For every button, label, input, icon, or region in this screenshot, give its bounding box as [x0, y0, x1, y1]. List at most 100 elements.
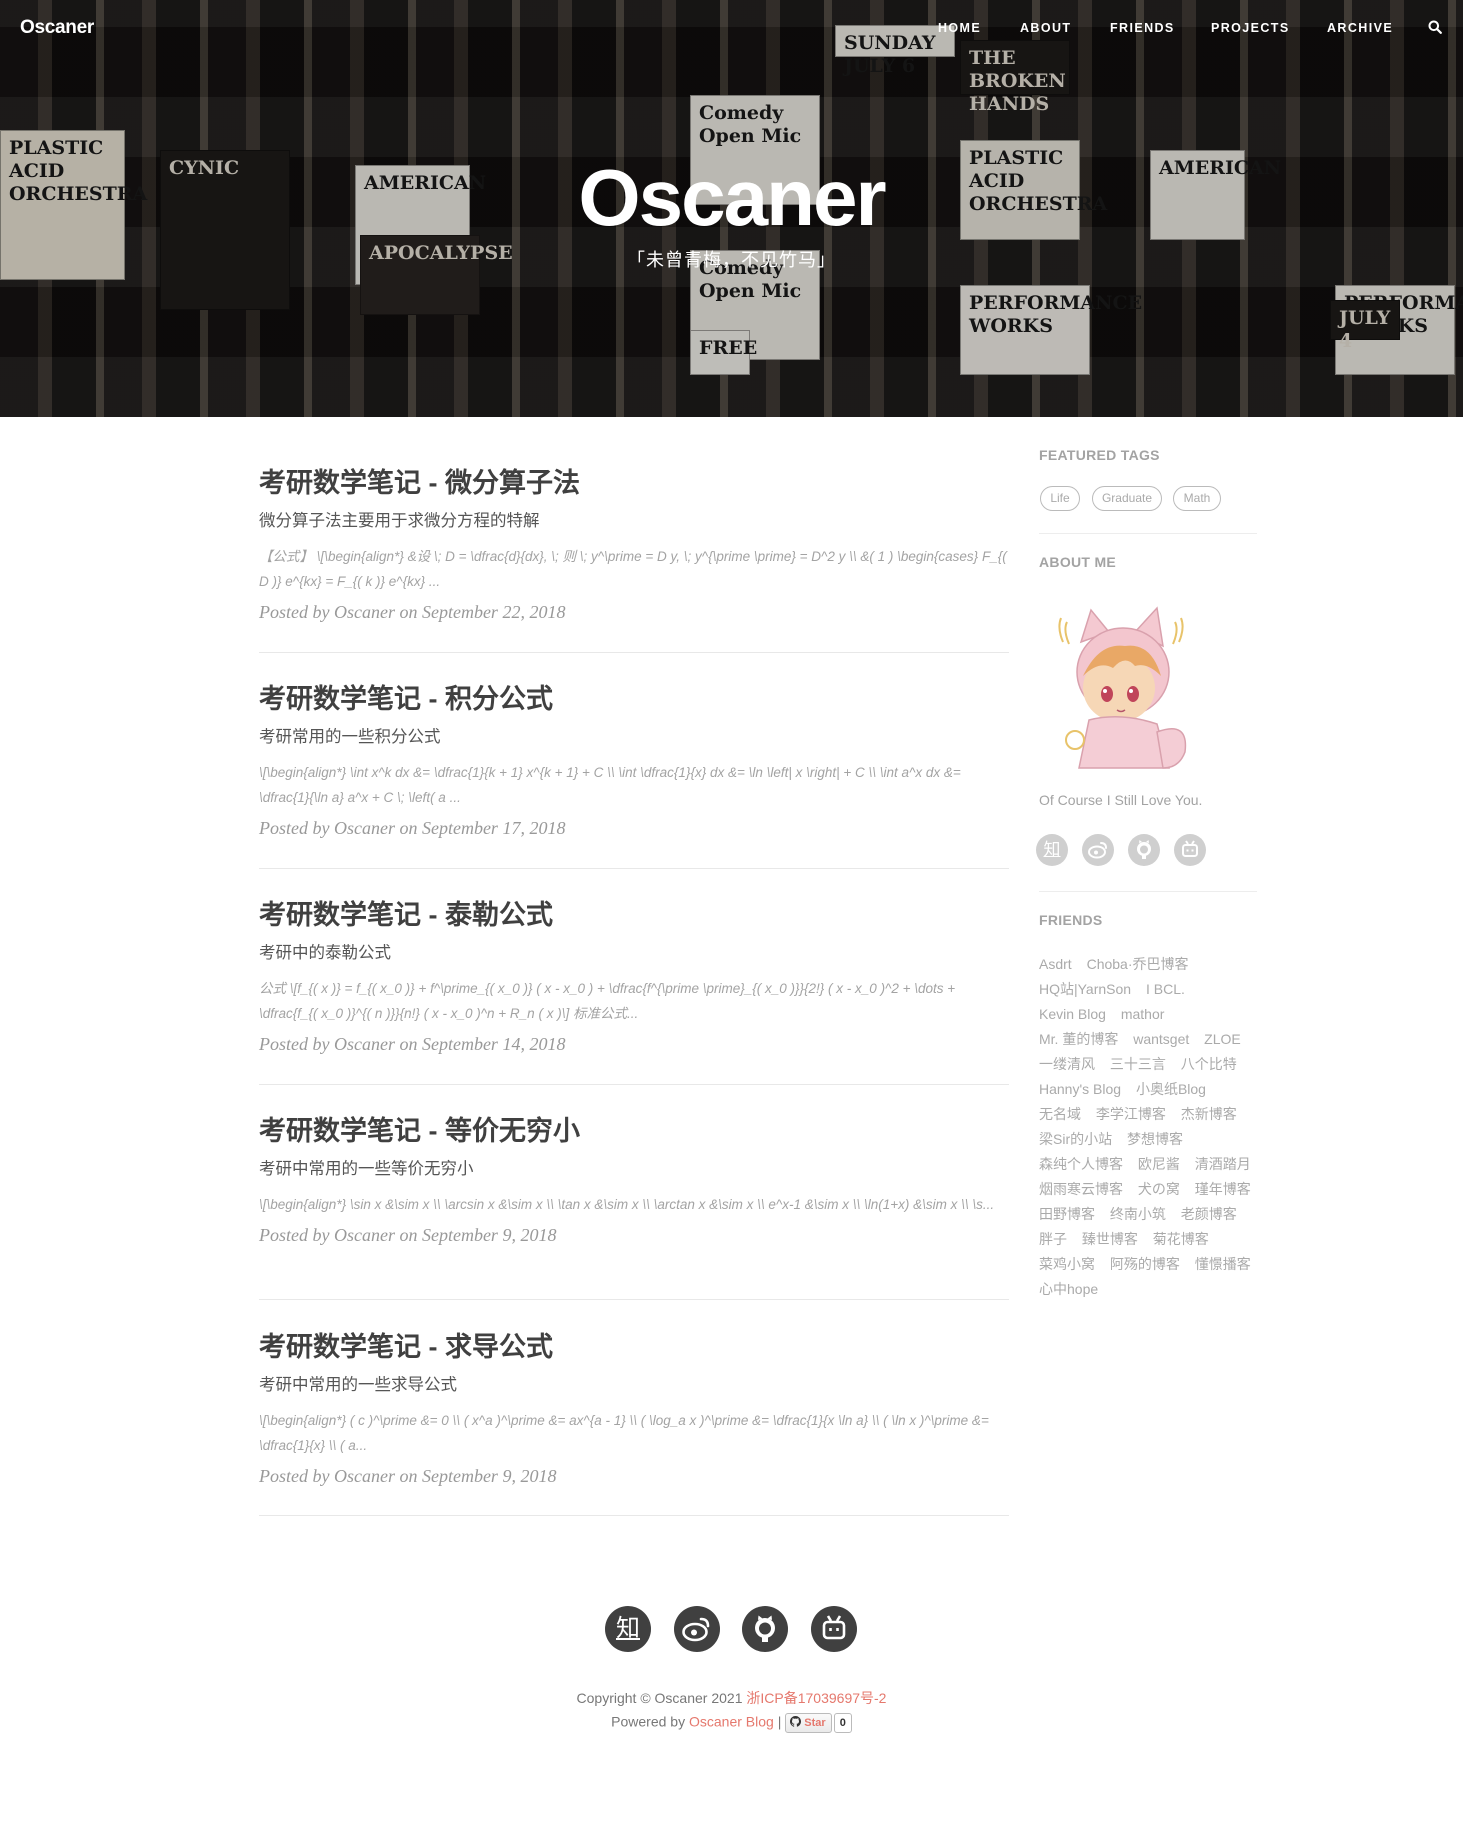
nav-about[interactable]: ABOUT [1020, 21, 1071, 35]
friend-link[interactable]: 森纯个人博客 [1039, 1156, 1123, 1172]
featured-tags-heading: FEATURED TAGS [1039, 447, 1160, 463]
friends-heading: FRIENDS [1039, 912, 1103, 928]
friend-link[interactable]: 胖子 [1039, 1231, 1067, 1247]
about-text: Of Course I Still Love You. [1039, 792, 1203, 808]
post-divider [259, 868, 1009, 869]
footer-weibo-icon[interactable] [674, 1606, 720, 1652]
weibo-icon[interactable] [1082, 834, 1114, 866]
nav-friends[interactable]: FRIENDS [1110, 21, 1175, 35]
bilibili-icon[interactable] [1174, 834, 1206, 866]
post-divider [259, 652, 1009, 653]
post-subtitle[interactable]: 考研中常用的一些等价无穷小 [259, 1158, 1009, 1180]
friends-list: Asdrt Choba·乔巴博客 HQ站|YarnSon I BCL. Kevi… [1039, 952, 1264, 1302]
friend-link[interactable]: 李学江博客 [1096, 1106, 1166, 1122]
footer-zhihu-icon[interactable]: 知 [605, 1606, 651, 1652]
post-divider [259, 1299, 1009, 1300]
post-excerpt[interactable]: \[\begin{align*} \sin x &\sim x \\ \arcs… [259, 1192, 1009, 1217]
github-icon [790, 1716, 802, 1727]
friend-link[interactable]: 梁Sir的小站 [1039, 1131, 1112, 1147]
footer-github-icon[interactable] [742, 1606, 788, 1652]
powered-text: Powered by [611, 1713, 686, 1730]
friend-link[interactable]: 小奥纸Blog [1136, 1081, 1206, 1097]
friend-link[interactable]: Mr. 董的博客 [1039, 1031, 1118, 1047]
post-title[interactable]: 考研数学笔记 - 微分算子法 [259, 466, 1009, 500]
nav-home[interactable]: HOME [938, 21, 981, 35]
search-icon[interactable] [1428, 20, 1444, 36]
friend-link[interactable]: Kevin Blog [1039, 1006, 1106, 1022]
friend-link[interactable]: Asdrt [1039, 956, 1072, 972]
tag-math[interactable]: Math [1173, 486, 1221, 511]
friend-link[interactable]: 菊花博客 [1153, 1231, 1209, 1247]
post-meta: Posted by Oscaner on September 9, 2018 [259, 1466, 557, 1486]
friend-link[interactable]: 欧尼酱 [1138, 1156, 1180, 1172]
icp-link[interactable]: 浙ICP备17039697号-2 [746, 1690, 886, 1706]
friend-link[interactable]: wantsget [1133, 1031, 1189, 1047]
friend-link[interactable]: 田野博客 [1039, 1206, 1095, 1222]
zhihu-icon[interactable]: 知 [1036, 834, 1068, 866]
friend-link[interactable]: 无名域 [1039, 1106, 1081, 1122]
friend-link[interactable]: 臻世博客 [1082, 1231, 1138, 1247]
post-excerpt[interactable]: \[\begin{align*} ( c )^\prime &= 0 \\ ( … [259, 1408, 1009, 1458]
friend-link[interactable]: 懂憬播客 [1195, 1256, 1251, 1272]
post-excerpt[interactable]: \[\begin{align*} \int x^k dx &= \dfrac{1… [259, 760, 1009, 810]
post-title[interactable]: 考研数学笔记 - 泰勒公式 [259, 898, 1009, 932]
friend-link[interactable]: mathor [1121, 1006, 1165, 1022]
friend-link[interactable]: 清酒踏月 [1195, 1156, 1251, 1172]
friend-link[interactable]: 三十三言 [1110, 1056, 1166, 1072]
post-subtitle[interactable]: 考研中的泰勒公式 [259, 942, 1009, 964]
tag-graduate[interactable]: Graduate [1092, 486, 1162, 511]
friend-link[interactable]: 犬の窝 [1138, 1181, 1180, 1197]
friend-link[interactable]: 烟雨寒云博客 [1039, 1181, 1123, 1197]
friend-link[interactable]: 八个比特 [1181, 1056, 1237, 1072]
post-divider [259, 1084, 1009, 1085]
friend-link[interactable]: Hanny's Blog [1039, 1081, 1121, 1097]
post-meta: Posted by Oscaner on September 22, 2018 [259, 602, 566, 622]
about-me-heading: ABOUT ME [1039, 554, 1117, 570]
site-subtitle: 「未曾青梅，不见竹马」 [627, 250, 836, 270]
post-title[interactable]: 考研数学笔记 - 等价无穷小 [259, 1114, 1009, 1148]
post-preview[interactable]: 考研数学笔记 - 求导公式 考研中常用的一些求导公式 \[\begin{alig… [259, 1330, 1009, 1488]
nav-projects[interactable]: PROJECTS [1211, 21, 1290, 35]
blog-theme-link[interactable]: Oscaner Blog [689, 1714, 774, 1730]
friend-link[interactable]: 心中hope [1039, 1281, 1098, 1297]
brand-link[interactable]: Oscaner [20, 17, 94, 39]
post-preview[interactable]: 考研数学笔记 - 微分算子法 微分算子法主要用于求微分方程的特解 【公式】 \[… [259, 466, 1009, 624]
post-preview[interactable]: 考研数学笔记 - 等价无穷小 考研中常用的一些等价无穷小 \[\begin{al… [259, 1114, 1009, 1247]
avatar [1039, 602, 1199, 772]
post-title[interactable]: 考研数学笔记 - 积分公式 [259, 682, 1009, 716]
post-meta: Posted by Oscaner on September 17, 2018 [259, 818, 566, 838]
post-title[interactable]: 考研数学笔记 - 求导公式 [259, 1330, 1009, 1364]
friend-link[interactable]: 阿殇的博客 [1110, 1256, 1180, 1272]
friend-link[interactable]: 菜鸡小窝 [1039, 1256, 1095, 1272]
footer-bilibili-icon[interactable] [811, 1606, 857, 1652]
friend-link[interactable]: HQ站|YarnSon [1039, 981, 1131, 997]
friend-link[interactable]: 梦想博客 [1127, 1131, 1183, 1147]
star-count[interactable]: 0 [833, 1713, 852, 1733]
post-excerpt[interactable]: 公式 \[f_{( x )} = f_{( x_0 )} + f^\prime_… [259, 976, 1009, 1026]
friend-link[interactable]: 杰新博客 [1181, 1106, 1237, 1122]
friend-link[interactable]: 一缕清风 [1039, 1056, 1095, 1072]
copyright: Copyright © Oscaner 2021 浙ICP备17039697号-… [0, 1688, 1463, 1708]
friend-link[interactable]: 瑾年博客 [1195, 1181, 1251, 1197]
post-subtitle[interactable]: 考研常用的一些积分公式 [259, 726, 1009, 748]
friend-link[interactable]: 老颜博客 [1181, 1206, 1237, 1222]
friend-link[interactable]: I BCL. [1146, 981, 1185, 997]
star-label: Star [804, 1717, 826, 1729]
post-preview[interactable]: 考研数学笔记 - 积分公式 考研常用的一些积分公式 \[\begin{align… [259, 682, 1009, 840]
powered-by: Powered by Oscaner Blog | Star 0 [0, 1713, 1463, 1733]
tag-life[interactable]: Life [1040, 486, 1080, 511]
friend-link[interactable]: Choba·乔巴博客 [1087, 956, 1189, 972]
nav-archive[interactable]: ARCHIVE [1327, 21, 1393, 35]
post-preview[interactable]: 考研数学笔记 - 泰勒公式 考研中的泰勒公式 公式 \[f_{( x )} = … [259, 898, 1009, 1056]
github-icon[interactable] [1128, 834, 1160, 866]
post-subtitle[interactable]: 微分算子法主要用于求微分方程的特解 [259, 510, 1009, 532]
post-meta: Posted by Oscaner on September 14, 2018 [259, 1034, 566, 1054]
friend-link[interactable]: ZLOE [1204, 1031, 1241, 1047]
post-subtitle[interactable]: 考研中常用的一些求导公式 [259, 1374, 1009, 1396]
post-excerpt[interactable]: 【公式】 \[\begin{align*} &设 \; D = \dfrac{d… [259, 544, 1009, 594]
github-star-button[interactable]: Star [785, 1713, 832, 1733]
friend-link[interactable]: 终南小筑 [1110, 1206, 1166, 1222]
copyright-text: Copyright © Oscaner 2021 [576, 1690, 743, 1706]
hero-header: Comedy Open Mic PLASTIC ACID ORCHESTRA CYN… [0, 0, 1463, 417]
sidebar-divider [1039, 533, 1257, 534]
